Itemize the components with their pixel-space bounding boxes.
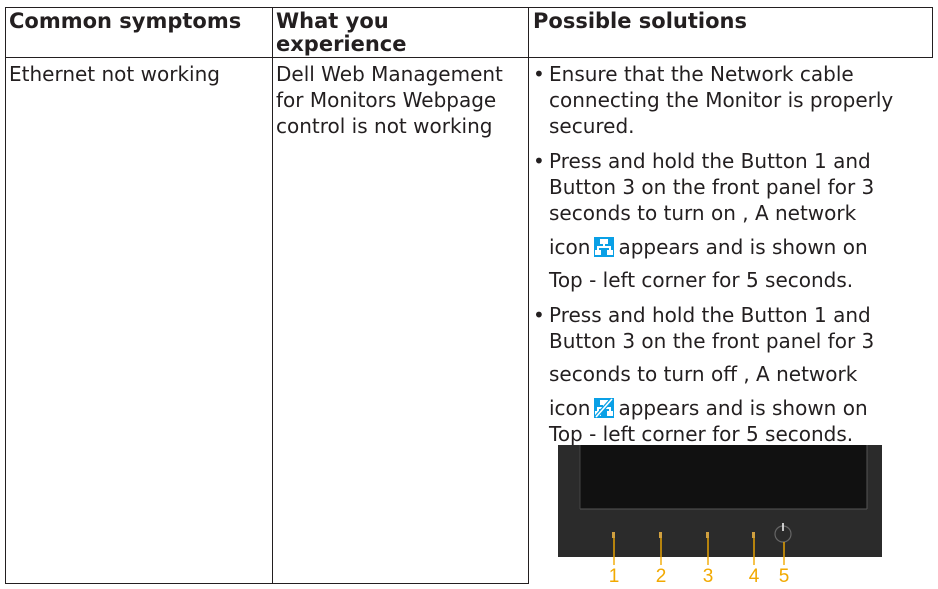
panel-button-1 [612,532,615,538]
solution-2-line-2: Button 3 on the front panel for 3 [549,175,875,199]
column-divider-2 [528,7,529,584]
solution-2-line-5: Top - left corner for 5 seconds. [549,268,854,292]
solution-2-line-1: Press and hold the Button 1 and [549,149,871,173]
header-common-symptoms: Common symptoms [9,9,242,33]
experience-line-1: Dell Web Management [276,62,503,86]
solution-3-icon-suffix: appears and is shown on [618,396,868,420]
solution-2-line-4: icon appears and is shown on [549,234,868,260]
table-right-border [932,7,933,58]
solution-1-line-2: connecting the Monitor is properly [549,88,894,112]
panel-button-3 [706,532,709,538]
monitor-screen [580,445,867,509]
callout-number-5: 5 [779,566,790,583]
header-what-you-experience-line1: What you [276,9,389,33]
solution-3-line-4: icon appears and is shown on [549,395,868,421]
solution-1-line-1: Ensure that the Network cable [549,62,854,86]
column-divider-1 [272,7,273,584]
network-on-icon [594,237,615,257]
solution-3-line-1: Press and hold the Button 1 and [549,303,871,327]
solution-3-icon-prefix: icon [549,396,591,420]
solution-3-bullet: • [533,303,545,327]
panel-button-4 [752,532,755,538]
solution-2-line-3: seconds to turn on , A network [549,201,857,225]
symptom-text: Ethernet not working [9,62,220,86]
solution-1-bullet: • [533,62,545,86]
solution-2-bullet: • [533,149,545,173]
panel-button-2 [659,532,662,538]
monitor-front-panel-illustration: 1 2 3 4 5 [558,445,882,583]
solution-2-icon-suffix: appears and is shown on [618,235,868,259]
callout-number-1: 1 [609,566,620,583]
experience-line-2: for Monitors Webpage [276,88,497,112]
table-left-border [5,7,6,584]
callout-number-2: 2 [656,566,667,583]
table-top-border [5,7,933,8]
solution-3-line-2: Button 3 on the front panel for 3 [549,329,875,353]
solution-2-icon-prefix: icon [549,235,591,259]
network-off-icon [594,398,615,418]
callout-number-3: 3 [703,566,714,583]
callout-number-4: 4 [749,566,760,583]
solution-1-line-3: secured. [549,114,635,138]
solution-3-line-3: seconds to turn off , A network [549,362,858,386]
header-bottom-border [5,57,933,58]
experience-line-3: control is not working [276,114,493,138]
solution-3-line-5: Top - left corner for 5 seconds. [549,422,854,446]
header-possible-solutions: Possible solutions [533,9,747,33]
table-bottom-border [5,583,529,584]
header-what-you-experience-line2: experience [276,32,407,56]
